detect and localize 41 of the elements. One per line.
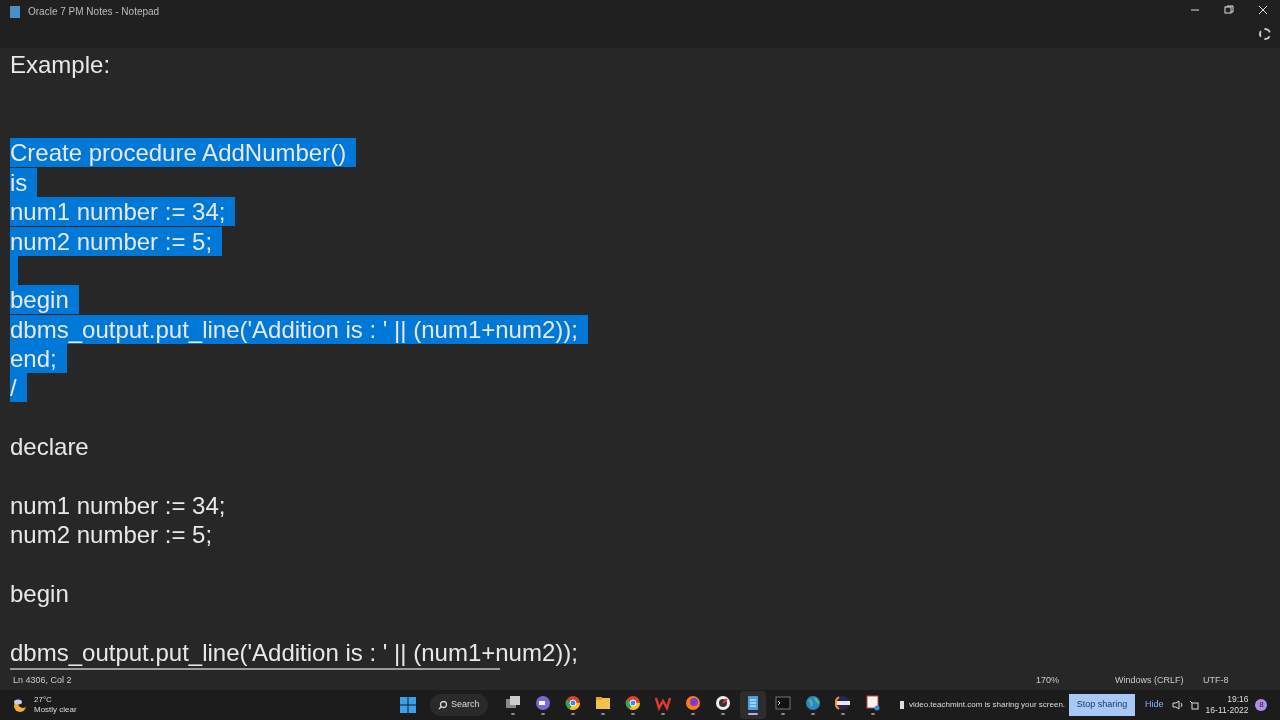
terminal-icon (774, 695, 791, 711)
close-icon (1258, 5, 1268, 15)
start-icon[interactable] (400, 697, 416, 713)
search-button[interactable]: Search (430, 694, 488, 716)
notepad-icon (10, 5, 20, 18)
stop-sharing-button[interactable]: Stop sharing (1069, 694, 1136, 716)
text-line: begin (10, 579, 69, 609)
settings-icon[interactable] (1259, 28, 1271, 40)
weather-condition: Mostly clear (34, 705, 77, 715)
clock-time[interactable]: 19:16 (1227, 694, 1249, 705)
globe-icon (804, 695, 821, 711)
weather-moon-icon (12, 697, 28, 713)
sharing-message: video.teachmint.com is sharing your screen. (909, 699, 1066, 711)
browser-icon (624, 695, 641, 711)
fox-browser-icon (684, 695, 701, 711)
hide-button[interactable]: Hide (1145, 698, 1164, 712)
status-encoding: UTF-8 (1203, 674, 1229, 688)
taskbar-app-button[interactable] (739, 691, 766, 719)
clock-date[interactable]: 16-11-2022 (1205, 705, 1249, 716)
folder-icon (594, 695, 611, 711)
w-logo-icon (654, 695, 671, 711)
video-camera-icon (534, 695, 551, 711)
dial-icon (714, 695, 731, 711)
text-line: num1 number := 34; (10, 491, 226, 521)
notification-badge[interactable]: 8 (1255, 699, 1268, 711)
status-position: Ln 4306, Col 2 (13, 674, 73, 688)
pause-icon (900, 701, 904, 709)
status-zoom: 170% (1036, 674, 1061, 688)
sphere-icon (834, 695, 851, 711)
text-line: declare (10, 432, 89, 462)
weather-temperature: 27°C (34, 695, 53, 705)
text-line: num2 number := 5; (10, 520, 213, 550)
restore-icon (1224, 5, 1234, 15)
scrollbar[interactable] (10, 668, 500, 670)
speaker-icon[interactable] (1171, 700, 1184, 710)
search-icon (438, 700, 447, 710)
status-line-ending: Windows (CRLF) (1115, 674, 1185, 688)
browser-icon (564, 695, 581, 711)
text-line: dbms_output.put_line('Addition is : ' || (num1+num2)); (10, 638, 578, 667)
text-line: Example: (10, 50, 111, 80)
window-title: Oracle 7 PM Notes - Notepad (28, 5, 160, 19)
